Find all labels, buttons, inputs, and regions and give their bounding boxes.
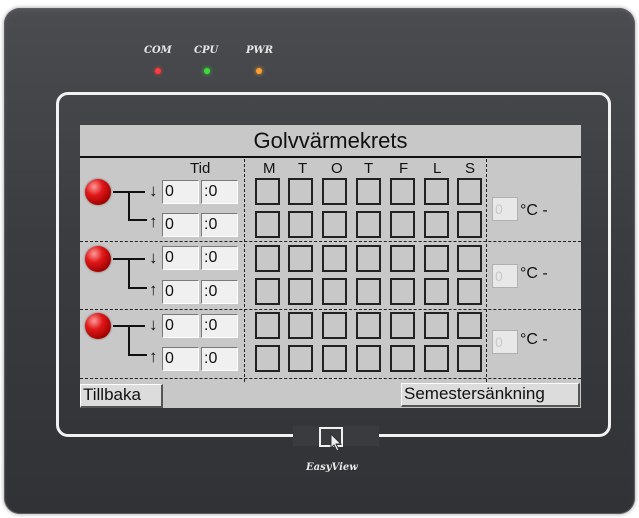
day-toggle[interactable] (288, 211, 313, 238)
day-toggle[interactable] (390, 245, 415, 272)
day-toggle[interactable] (356, 278, 381, 305)
time-header: Tid (190, 160, 211, 177)
down-arrow-icon: ↓ (149, 181, 158, 200)
day-toggle[interactable] (356, 345, 381, 372)
day-header-thu: T (364, 160, 374, 177)
day-toggle[interactable] (255, 245, 280, 272)
back-button[interactable]: Tillbaka (80, 384, 163, 408)
day-toggle[interactable] (288, 278, 313, 305)
circuit-1-off-minute[interactable]: :0 (201, 213, 238, 237)
day-toggle[interactable] (356, 312, 381, 339)
day-toggle[interactable] (424, 178, 449, 205)
circuit-3-status-lamp (85, 313, 111, 339)
day-toggle[interactable] (255, 312, 280, 339)
time-day-divider (244, 159, 245, 382)
title-divider (80, 156, 581, 158)
circuit-3-temp-setpoint[interactable]: 0 (492, 330, 518, 354)
day-header-tue: T (298, 160, 308, 177)
circuit-2-off-minute[interactable]: :0 (201, 280, 238, 304)
easyview-logo-icon (319, 427, 343, 452)
day-header-sat: L (433, 160, 442, 177)
brand-name: EasyView (306, 462, 358, 473)
up-arrow-icon: ↑ (149, 347, 158, 366)
up-arrow-icon: ↑ (149, 280, 158, 299)
day-toggle[interactable] (457, 245, 482, 272)
circuit-3-off-minute[interactable]: :0 (201, 347, 238, 371)
down-arrow-icon: ↓ (149, 315, 158, 334)
pwr-led (256, 68, 262, 74)
circuit-1-on-hour[interactable]: 0 (162, 180, 199, 204)
circuit-3-temp-unit: °C - (520, 331, 548, 348)
day-toggle[interactable] (390, 345, 415, 372)
circuit-1-on-minute[interactable]: :0 (201, 180, 238, 204)
day-toggle[interactable] (255, 211, 280, 238)
bracket-bottom (128, 192, 147, 221)
com-label: COM (144, 45, 172, 56)
day-toggle[interactable] (288, 178, 313, 205)
day-toggle[interactable] (457, 278, 482, 305)
day-toggle[interactable] (424, 278, 449, 305)
day-toggle[interactable] (424, 245, 449, 272)
circuit-2-on-hour[interactable]: 0 (162, 246, 199, 270)
cpu-led (204, 68, 210, 74)
row-divider-3 (80, 378, 581, 379)
circuit-1-temp-setpoint[interactable]: 0 (492, 197, 518, 221)
day-toggle[interactable] (424, 345, 449, 372)
circuit-3-on-hour[interactable]: 0 (162, 314, 199, 338)
circuit-1-status-lamp (85, 179, 111, 205)
day-toggle[interactable] (457, 211, 482, 238)
circuit-3-off-hour[interactable]: 0 (162, 347, 199, 371)
day-toggle[interactable] (457, 312, 482, 339)
pwr-label: PWR (246, 45, 274, 56)
circuit-2-temp-setpoint[interactable]: 0 (492, 264, 518, 288)
day-toggle[interactable] (322, 245, 347, 272)
day-toggle[interactable] (255, 178, 280, 205)
day-toggle[interactable] (322, 345, 347, 372)
com-led (155, 68, 161, 74)
circuit-3-on-minute[interactable]: :0 (201, 314, 238, 338)
day-toggle[interactable] (424, 211, 449, 238)
hmi-screen: Golvvärmekrets Tid M T O T F L S ↓ ↑ 0 :… (80, 125, 581, 408)
vacation-setback-button[interactable]: Semestersänkning (401, 383, 580, 407)
day-toggle[interactable] (322, 211, 347, 238)
circuit-1-off-hour[interactable]: 0 (162, 213, 199, 237)
day-toggle[interactable] (424, 312, 449, 339)
day-toggle[interactable] (255, 278, 280, 305)
circuit-2-on-minute[interactable]: :0 (201, 246, 238, 270)
day-temp-divider (486, 159, 487, 382)
day-toggle[interactable] (322, 178, 347, 205)
circuit-1-temp-unit: °C - (520, 202, 548, 219)
day-header-mon: M (263, 160, 276, 177)
day-toggle[interactable] (390, 312, 415, 339)
day-toggle[interactable] (288, 312, 313, 339)
row-divider-1 (80, 241, 581, 242)
circuit-2-status-lamp (85, 246, 111, 272)
row-divider-2 (80, 309, 581, 310)
page-title: Golvvärmekrets (253, 128, 408, 153)
day-header-sun: S (465, 160, 476, 177)
up-arrow-icon: ↑ (149, 212, 158, 231)
day-header-wed: O (331, 160, 343, 177)
day-toggle[interactable] (255, 345, 280, 372)
bracket-bottom (128, 259, 147, 289)
down-arrow-icon: ↓ (149, 248, 158, 267)
day-toggle[interactable] (390, 278, 415, 305)
circuit-2-temp-unit: °C - (520, 265, 548, 282)
day-toggle[interactable] (356, 178, 381, 205)
day-toggle[interactable] (457, 178, 482, 205)
day-toggle[interactable] (322, 278, 347, 305)
circuit-2-off-hour[interactable]: 0 (162, 280, 199, 304)
day-toggle[interactable] (356, 245, 381, 272)
day-toggle[interactable] (356, 211, 381, 238)
day-toggle[interactable] (390, 211, 415, 238)
day-toggle[interactable] (390, 178, 415, 205)
day-toggle[interactable] (457, 345, 482, 372)
bracket-bottom (128, 326, 147, 356)
day-toggle[interactable] (322, 312, 347, 339)
day-toggle[interactable] (288, 245, 313, 272)
day-toggle[interactable] (288, 345, 313, 372)
day-header-fri: F (399, 160, 409, 177)
cpu-label: CPU (194, 45, 219, 56)
